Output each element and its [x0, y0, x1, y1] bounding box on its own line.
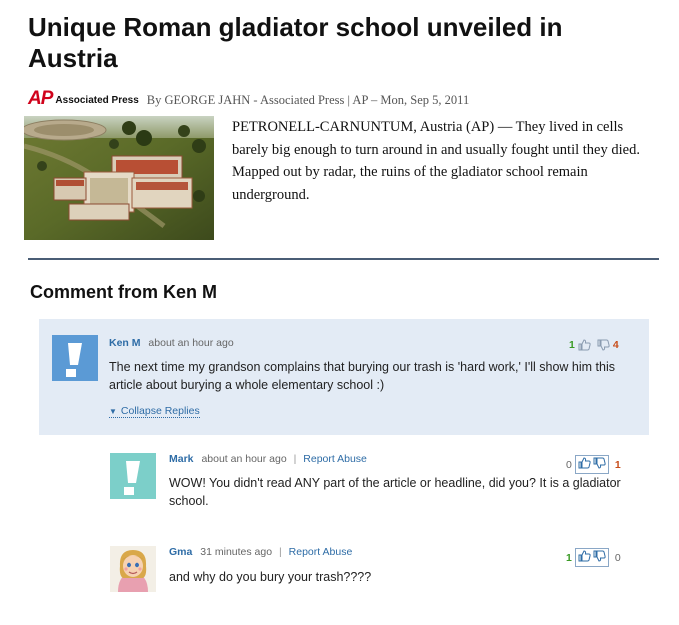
vote-controls: 0 1	[566, 455, 621, 474]
ap-logo-text: Associated Press	[55, 94, 139, 106]
thumbs-up-icon[interactable]	[578, 457, 591, 472]
comment-meta: Gma 31 minutes ago | Report Abuse	[169, 546, 352, 558]
meta-separator: |	[279, 546, 282, 558]
avatar[interactable]	[110, 453, 156, 499]
thumbs-up-icon[interactable]	[578, 339, 591, 351]
triangle-down-icon: ▼	[109, 406, 117, 416]
comment-highlighted: Ken M about an hour ago 1 4 The next tim…	[39, 319, 649, 435]
thumbs-down-count: 1	[614, 458, 621, 471]
thumbs-up-count: 1	[566, 551, 572, 564]
collapse-replies-link[interactable]: ▼ Collapse Replies	[109, 405, 200, 418]
thumbs-up-icon[interactable]	[578, 550, 591, 565]
thumbs-down-icon[interactable]	[593, 457, 606, 472]
report-abuse-link[interactable]: Report Abuse	[303, 453, 367, 465]
meta-separator: |	[293, 453, 297, 465]
article-image[interactable]	[24, 116, 214, 240]
comment-author[interactable]: Gma	[169, 546, 192, 558]
vote-button-group	[574, 548, 609, 567]
comment-text: The next time my grandson complains that…	[109, 360, 615, 392]
article-headline: Unique Roman gladiator school unveiled i…	[28, 12, 563, 73]
section-divider	[28, 258, 659, 260]
comment-text: WOW! You didn't read ANY part of the art…	[169, 476, 621, 508]
comment-time: about an hour ago	[201, 453, 287, 465]
article-paragraph: PETRONELL-CARNUNTUM, Austria (AP) — They…	[232, 119, 640, 158]
vote-button-group	[574, 455, 609, 474]
comment-time: about an hour ago	[148, 337, 234, 349]
comment-meta: Ken M about an hour ago	[109, 337, 234, 349]
thumbs-down-count: 0	[614, 551, 621, 564]
thumbs-up-count: 0	[566, 458, 572, 471]
byline: AP Associated Press By GEORGE JAHN - Ass…	[28, 88, 469, 110]
comment-text: and why do you bury your trash????	[169, 570, 372, 584]
comment-meta: Mark about an hour ago | Report Abuse	[169, 453, 367, 465]
ap-logo: AP Associated Press	[28, 88, 139, 110]
vote-controls: 1 0	[566, 548, 621, 567]
thumbs-down-count: 4	[612, 339, 619, 351]
comments-heading: Comment from Ken M	[30, 282, 218, 302]
comment-author[interactable]: Mark	[169, 453, 194, 465]
byline-text: By GEORGE JAHN - Associated Press | AP –…	[146, 92, 470, 107]
thumbs-up-count: 1	[569, 339, 575, 351]
avatar[interactable]	[110, 546, 156, 592]
vote-controls: 1 4	[569, 339, 619, 351]
ap-logo-mark: AP	[28, 88, 53, 109]
thumbs-down-icon[interactable]	[593, 550, 606, 565]
report-abuse-link[interactable]: Report Abuse	[289, 546, 353, 558]
avatar[interactable]	[52, 335, 98, 381]
thumbs-down-icon[interactable]	[597, 339, 610, 351]
collapse-replies-label: Collapse Replies	[120, 405, 200, 417]
comment-time: 31 minutes ago	[200, 546, 273, 558]
comment-author[interactable]: Ken M	[109, 337, 141, 349]
article-paragraph: Mapped out by radar, the ruins of the gl…	[232, 164, 588, 203]
article-body: PETRONELL-CARNUNTUM, Austria (AP) — They…	[232, 116, 642, 206]
